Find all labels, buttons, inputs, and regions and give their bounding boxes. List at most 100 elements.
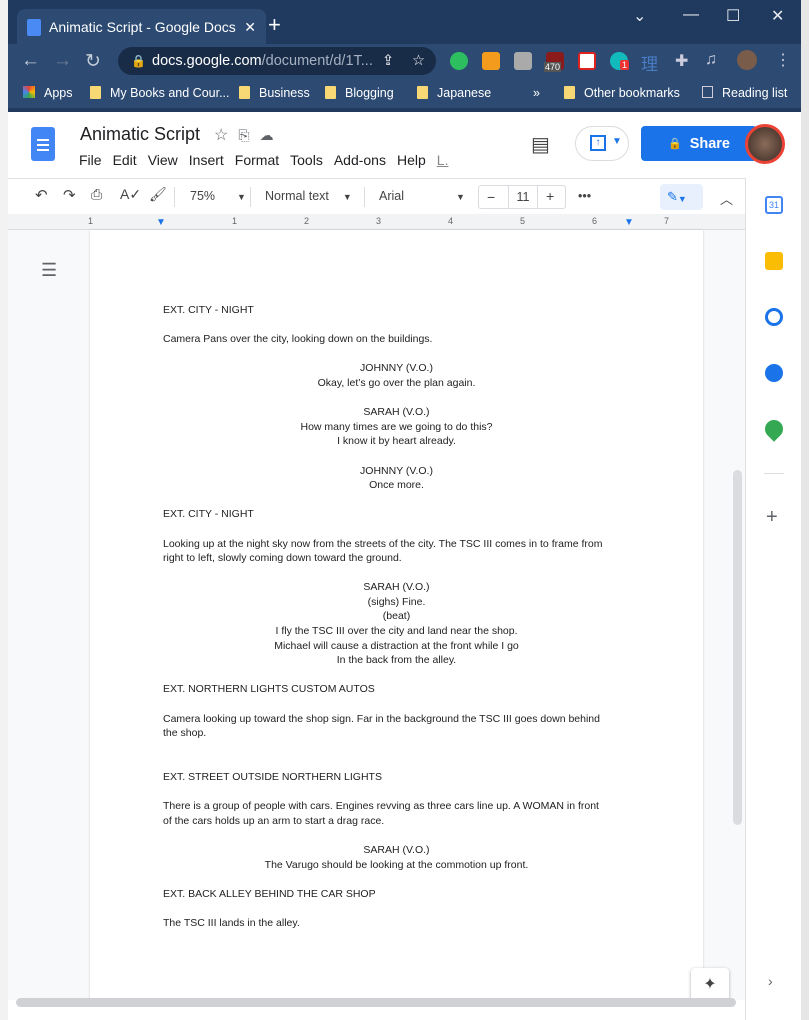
script-line: I know it by heart already.: [337, 435, 456, 448]
forward-icon[interactable]: →: [53, 50, 72, 72]
formatting-toolbar: ↶ ↷ ⎙ A✓ 🖌 75% ▼ Normal text ▼ Arial ▼ − 11…: [8, 178, 745, 214]
document-page[interactable]: EXT. CITY - NIGHT Camera Pans over the ci…: [90, 230, 703, 1000]
horizontal-scrollbar[interactable]: [16, 998, 736, 1007]
script-line: JOHNNY (V.O.): [360, 464, 433, 477]
counter-extension-icon[interactable]: 470: [544, 52, 564, 72]
browser-menu-icon[interactable]: ⋮: [775, 50, 791, 70]
document-outline-icon[interactable]: ☰: [41, 260, 57, 281]
comments-icon[interactable]: ▤: [531, 132, 550, 157]
font-size-input[interactable]: 11: [508, 186, 538, 208]
style-select[interactable]: Normal text ▼: [265, 189, 352, 203]
menu-tools[interactable]: Tools: [290, 152, 323, 168]
document-body[interactable]: EXT. CITY - NIGHT Camera Pans over the ci…: [163, 303, 630, 931]
amazon-icon[interactable]: [482, 52, 500, 70]
reading-list[interactable]: Reading list: [702, 86, 787, 100]
share-button[interactable]: 🔒 Share: [641, 126, 757, 161]
script-line: the shop.: [163, 727, 207, 740]
redo-icon[interactable]: ↷: [63, 186, 76, 204]
folder-icon: [239, 86, 250, 99]
menu-addons[interactable]: Add-ons: [334, 152, 386, 168]
share-page-icon[interactable]: ⇪: [382, 53, 394, 69]
docs-logo-icon[interactable]: [31, 127, 55, 161]
bookmark-folder[interactable]: My Books and Cour...: [90, 86, 230, 100]
add-addon-icon[interactable]: +: [766, 506, 778, 529]
script-line: EXT. CITY - NIGHT: [163, 508, 254, 521]
script-line: SARAH (V.O.): [363, 406, 430, 419]
url-input[interactable]: 🔒 docs.google.com/document/d/1T... ⇪ ☆: [118, 47, 436, 75]
profile-avatar[interactable]: [737, 50, 757, 70]
maximize-button[interactable]: ☐: [726, 6, 740, 26]
script-line: Camera Pans over the city, looking down …: [163, 333, 433, 346]
menu-view[interactable]: View: [148, 152, 178, 168]
left-indent-marker[interactable]: ▼: [156, 217, 166, 228]
editing-mode-button[interactable]: ✎ ▼: [660, 184, 703, 210]
tab-search-icon[interactable]: ⌄: [633, 6, 646, 26]
more-options-button[interactable]: •••: [578, 189, 591, 203]
menu-format[interactable]: Format: [235, 152, 279, 168]
bookmark-folder[interactable]: Blogging: [325, 86, 394, 100]
tab-animatic-script[interactable]: Animatic Script - Google Docs ✕: [17, 9, 266, 45]
script-line: Once more.: [369, 479, 424, 492]
tasks-icon[interactable]: [765, 308, 783, 326]
menu-help[interactable]: Help: [397, 152, 426, 168]
star-icon[interactable]: ☆: [214, 127, 228, 144]
zoom-select[interactable]: 75% ▼: [190, 189, 246, 203]
evernote-icon[interactable]: [450, 52, 468, 70]
bookmark-other[interactable]: Other bookmarks: [564, 86, 680, 100]
browser-chrome: Animatic Script - Google Docs ✕ + ⌄ — ☐ ✕…: [8, 0, 801, 112]
ruler[interactable]: 11234567 ▼ ▼: [8, 214, 745, 230]
font-select[interactable]: Arial ▼: [379, 189, 465, 203]
nx-extension-icon[interactable]: [514, 52, 532, 70]
bookmark-folder[interactable]: Business: [239, 86, 310, 100]
media-control-icon[interactable]: ♫: [705, 51, 717, 69]
calendar-icon[interactable]: 31: [765, 196, 783, 214]
present-button[interactable]: ↑ ▼: [575, 126, 629, 161]
extensions-puzzle-icon[interactable]: ✚: [675, 51, 688, 71]
maps-icon[interactable]: [761, 416, 787, 442]
expand-panel-icon[interactable]: ›: [768, 973, 773, 989]
undo-icon[interactable]: ↶: [35, 186, 48, 204]
minimize-button[interactable]: —: [683, 6, 699, 24]
bookmark-apps[interactable]: Apps: [23, 86, 73, 100]
contacts-icon[interactable]: [765, 364, 783, 382]
collapse-toolbar-icon[interactable]: ︿: [720, 189, 733, 208]
tab-title: Animatic Script - Google Docs: [49, 19, 236, 35]
new-tab-button[interactable]: +: [268, 12, 281, 38]
script-line: Looking up at the night sky now from the…: [163, 537, 603, 550]
keep-icon[interactable]: [765, 252, 783, 270]
close-tab-icon[interactable]: ✕: [244, 19, 256, 36]
script-line: Michael will cause a distraction at the …: [274, 639, 519, 652]
increase-font-size-button[interactable]: +: [546, 188, 554, 204]
back-icon[interactable]: ←: [21, 50, 40, 72]
more-bookmarks-button[interactable]: »: [533, 86, 540, 100]
blocker-extension-icon[interactable]: [578, 52, 596, 70]
decrease-font-size-button[interactable]: −: [487, 189, 495, 205]
document-title[interactable]: Animatic Script ☆ ⎘ ☁: [80, 124, 274, 145]
bookmark-folder[interactable]: Japanese: [417, 86, 491, 100]
last-edit-link[interactable]: L.: [437, 152, 449, 168]
grammarly-icon[interactable]: 1: [610, 52, 630, 70]
menu-file[interactable]: File: [79, 152, 102, 168]
menu-insert[interactable]: Insert: [189, 152, 224, 168]
paint-format-icon[interactable]: 🖌: [149, 186, 167, 203]
move-folder-icon[interactable]: ⎘: [238, 127, 249, 143]
explore-button[interactable]: ✦: [691, 968, 729, 1002]
vertical-scrollbar[interactable]: [733, 470, 742, 825]
chevron-down-icon: ▼: [612, 136, 622, 147]
reload-icon[interactable]: ↻: [85, 50, 101, 73]
close-window-button[interactable]: ✕: [771, 6, 784, 26]
spellcheck-icon[interactable]: A✓: [120, 186, 141, 203]
menu-edit[interactable]: Edit: [113, 152, 137, 168]
bookmark-star-icon[interactable]: ☆: [412, 53, 425, 69]
account-avatar[interactable]: [745, 124, 785, 164]
print-icon[interactable]: ⎙: [91, 186, 102, 203]
right-indent-marker[interactable]: ▼: [624, 217, 634, 228]
script-line: (sighs) Fine.: [367, 595, 426, 608]
script-line: SARAH (V.O.): [363, 843, 430, 856]
dictionary-extension-icon[interactable]: 理: [641, 50, 658, 75]
script-line: (beat): [382, 610, 411, 623]
